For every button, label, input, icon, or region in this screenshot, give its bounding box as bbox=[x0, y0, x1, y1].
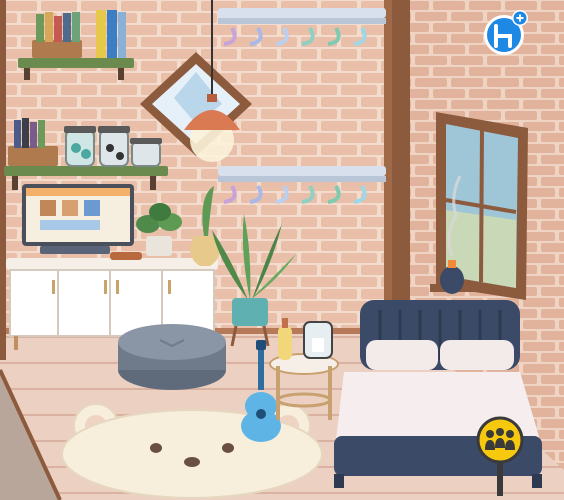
add-furniture-button[interactable] bbox=[480, 8, 530, 58]
chair-add-icon bbox=[484, 10, 528, 55]
family-icon bbox=[476, 416, 524, 496]
pouf[interactable] bbox=[118, 324, 226, 390]
bear-rug[interactable] bbox=[61, 403, 323, 499]
computer-monitor[interactable] bbox=[22, 184, 134, 254]
family-button[interactable] bbox=[472, 416, 528, 496]
game-scene bbox=[0, 0, 564, 500]
